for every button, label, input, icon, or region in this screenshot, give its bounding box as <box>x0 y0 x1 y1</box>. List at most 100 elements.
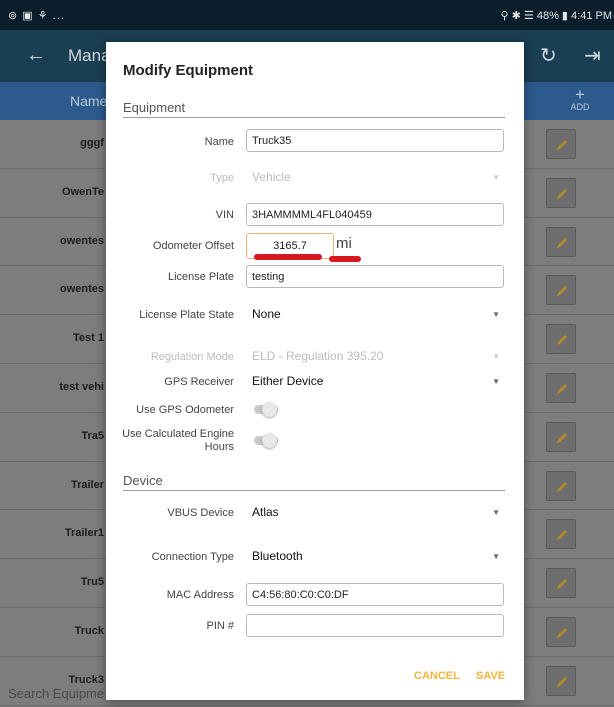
license-plate-state-select[interactable]: None ▼ <box>252 307 500 329</box>
plus-icon: + <box>575 85 585 104</box>
use-gps-odometer-toggle[interactable] <box>252 402 280 417</box>
row-name: owentes <box>59 283 104 296</box>
name-column-header[interactable]: Name <box>70 93 107 109</box>
dropdown-caret-icon: ▼ <box>492 552 500 561</box>
regulation-mode-label: Regulation Mode <box>150 351 234 363</box>
edit-button[interactable] <box>546 568 576 599</box>
pencil-icon <box>557 335 567 346</box>
section-equipment: Equipment <box>123 100 505 118</box>
license-plate-state-value: None <box>252 307 281 321</box>
odometer-offset-label: Odometer Offset <box>152 240 234 252</box>
vin-label: VIN <box>215 209 234 221</box>
row-name: Tra5 <box>81 429 104 442</box>
edit-button[interactable] <box>546 421 576 452</box>
use-calculated-engine-hours-label: Use Calculated Engine Hours <box>122 428 234 454</box>
add-button[interactable]: + ADD <box>567 86 593 112</box>
gps-receiver-select[interactable]: Either Device ▼ <box>252 374 500 396</box>
vbus-device-select[interactable]: Atlas ▼ <box>252 505 500 527</box>
edit-button[interactable] <box>546 519 576 550</box>
toggle-thumb <box>262 402 277 417</box>
pencil-icon <box>557 432 567 443</box>
refresh-icon[interactable]: ↻ <box>540 43 557 68</box>
row-name: test vehi <box>59 380 104 393</box>
logout-icon[interactable]: ⇥ <box>584 43 601 68</box>
edit-button[interactable] <box>546 470 576 501</box>
row-name: Tru5 <box>80 576 104 589</box>
annotation-underline <box>254 254 322 260</box>
dialog-title: Modify Equipment <box>123 62 253 79</box>
row-name: gggf <box>80 137 104 149</box>
pencil-icon <box>557 140 567 150</box>
edit-button[interactable] <box>546 129 576 159</box>
connection-type-value: Bluetooth <box>252 549 303 563</box>
pin-field[interactable] <box>246 614 504 637</box>
pencil-icon <box>557 188 567 199</box>
label-line: Hours <box>204 441 234 453</box>
pencil-icon <box>557 286 567 297</box>
dropdown-caret-icon: ▼ <box>492 173 500 182</box>
save-button[interactable]: SAVE <box>476 670 505 682</box>
dropdown-caret-icon: ▼ <box>492 352 500 361</box>
row-name: owentes <box>59 234 104 247</box>
row-name: Truck <box>74 624 104 637</box>
regulation-mode-select[interactable]: ELD - Regulation 395.20 ▼ <box>252 349 500 371</box>
status-left-icons: ⊚ ▣ ⚘ ... <box>8 10 65 22</box>
dropdown-caret-icon: ▼ <box>492 508 500 517</box>
row-name: OwenTe <box>62 185 104 198</box>
edit-button[interactable] <box>546 275 576 306</box>
label-line: Use Calculated Engine <box>122 428 234 440</box>
license-plate-field[interactable]: testing <box>246 265 504 288</box>
pencil-icon <box>557 676 567 687</box>
type-label: Type <box>210 172 234 184</box>
pencil-icon <box>557 237 567 248</box>
regulation-mode-value: ELD - Regulation 395.20 <box>252 349 384 363</box>
app-title: Mana <box>68 46 111 65</box>
use-gps-odometer-label: Use GPS Odometer <box>136 404 234 416</box>
gps-receiver-value: Either Device <box>252 374 324 388</box>
row-name: Test 1 <box>73 332 104 345</box>
modify-equipment-dialog: Modify Equipment Equipment Name Truck35 … <box>106 42 524 700</box>
mac-address-label: MAC Address <box>166 589 234 601</box>
pencil-icon <box>557 579 567 590</box>
back-arrow-icon[interactable]: ← <box>26 44 46 67</box>
pencil-icon <box>557 481 567 492</box>
pin-label: PIN # <box>206 620 234 632</box>
toggle-thumb <box>262 433 277 448</box>
cancel-button[interactable]: CANCEL <box>414 670 460 682</box>
license-plate-state-label: License Plate State <box>139 309 234 321</box>
pencil-icon <box>557 627 567 638</box>
type-select[interactable]: Vehicle ▼ <box>252 170 500 192</box>
connection-type-label: Connection Type <box>151 551 234 563</box>
pencil-icon <box>557 530 567 541</box>
row-name: Trailer <box>70 478 104 491</box>
name-field[interactable]: Truck35 <box>246 129 504 152</box>
mac-address-field[interactable]: C4:56:80:C0:C0:DF <box>246 583 504 606</box>
vbus-device-value: Atlas <box>252 505 279 519</box>
dropdown-caret-icon: ▼ <box>492 377 500 386</box>
edit-button[interactable] <box>546 665 576 696</box>
type-value: Vehicle <box>252 170 291 184</box>
edit-button[interactable] <box>546 616 576 647</box>
gps-receiver-label: GPS Receiver <box>164 376 234 388</box>
odometer-unit: mi <box>336 235 352 252</box>
vin-field[interactable]: 3HAMMMML4FL040459 <box>246 203 504 226</box>
edit-button[interactable] <box>546 226 576 257</box>
add-label: ADD <box>570 102 590 112</box>
connection-type-select[interactable]: Bluetooth ▼ <box>252 549 500 571</box>
annotation-underline <box>329 256 361 262</box>
row-name: Trailer1 <box>64 527 104 540</box>
section-device: Device <box>123 473 505 491</box>
status-right-info: ⚲ ✱ ☰ 48% ▮ 4:41 PM <box>500 10 612 22</box>
status-bar: ⊚ ▣ ⚘ ... ⚲ ✱ ☰ 48% ▮ 4:41 PM <box>0 0 614 30</box>
use-calculated-engine-hours-toggle[interactable] <box>252 433 280 448</box>
license-plate-label: License Plate <box>167 271 234 283</box>
vbus-device-label: VBUS Device <box>167 507 234 519</box>
row-name: Truck3 <box>68 673 104 686</box>
dropdown-caret-icon: ▼ <box>492 310 500 319</box>
pencil-icon <box>557 383 567 394</box>
edit-button[interactable] <box>546 177 576 208</box>
edit-button[interactable] <box>546 372 576 403</box>
edit-button[interactable] <box>546 324 576 355</box>
name-label: Name <box>204 136 234 148</box>
search-input[interactable]: Search Equipme <box>8 686 104 701</box>
